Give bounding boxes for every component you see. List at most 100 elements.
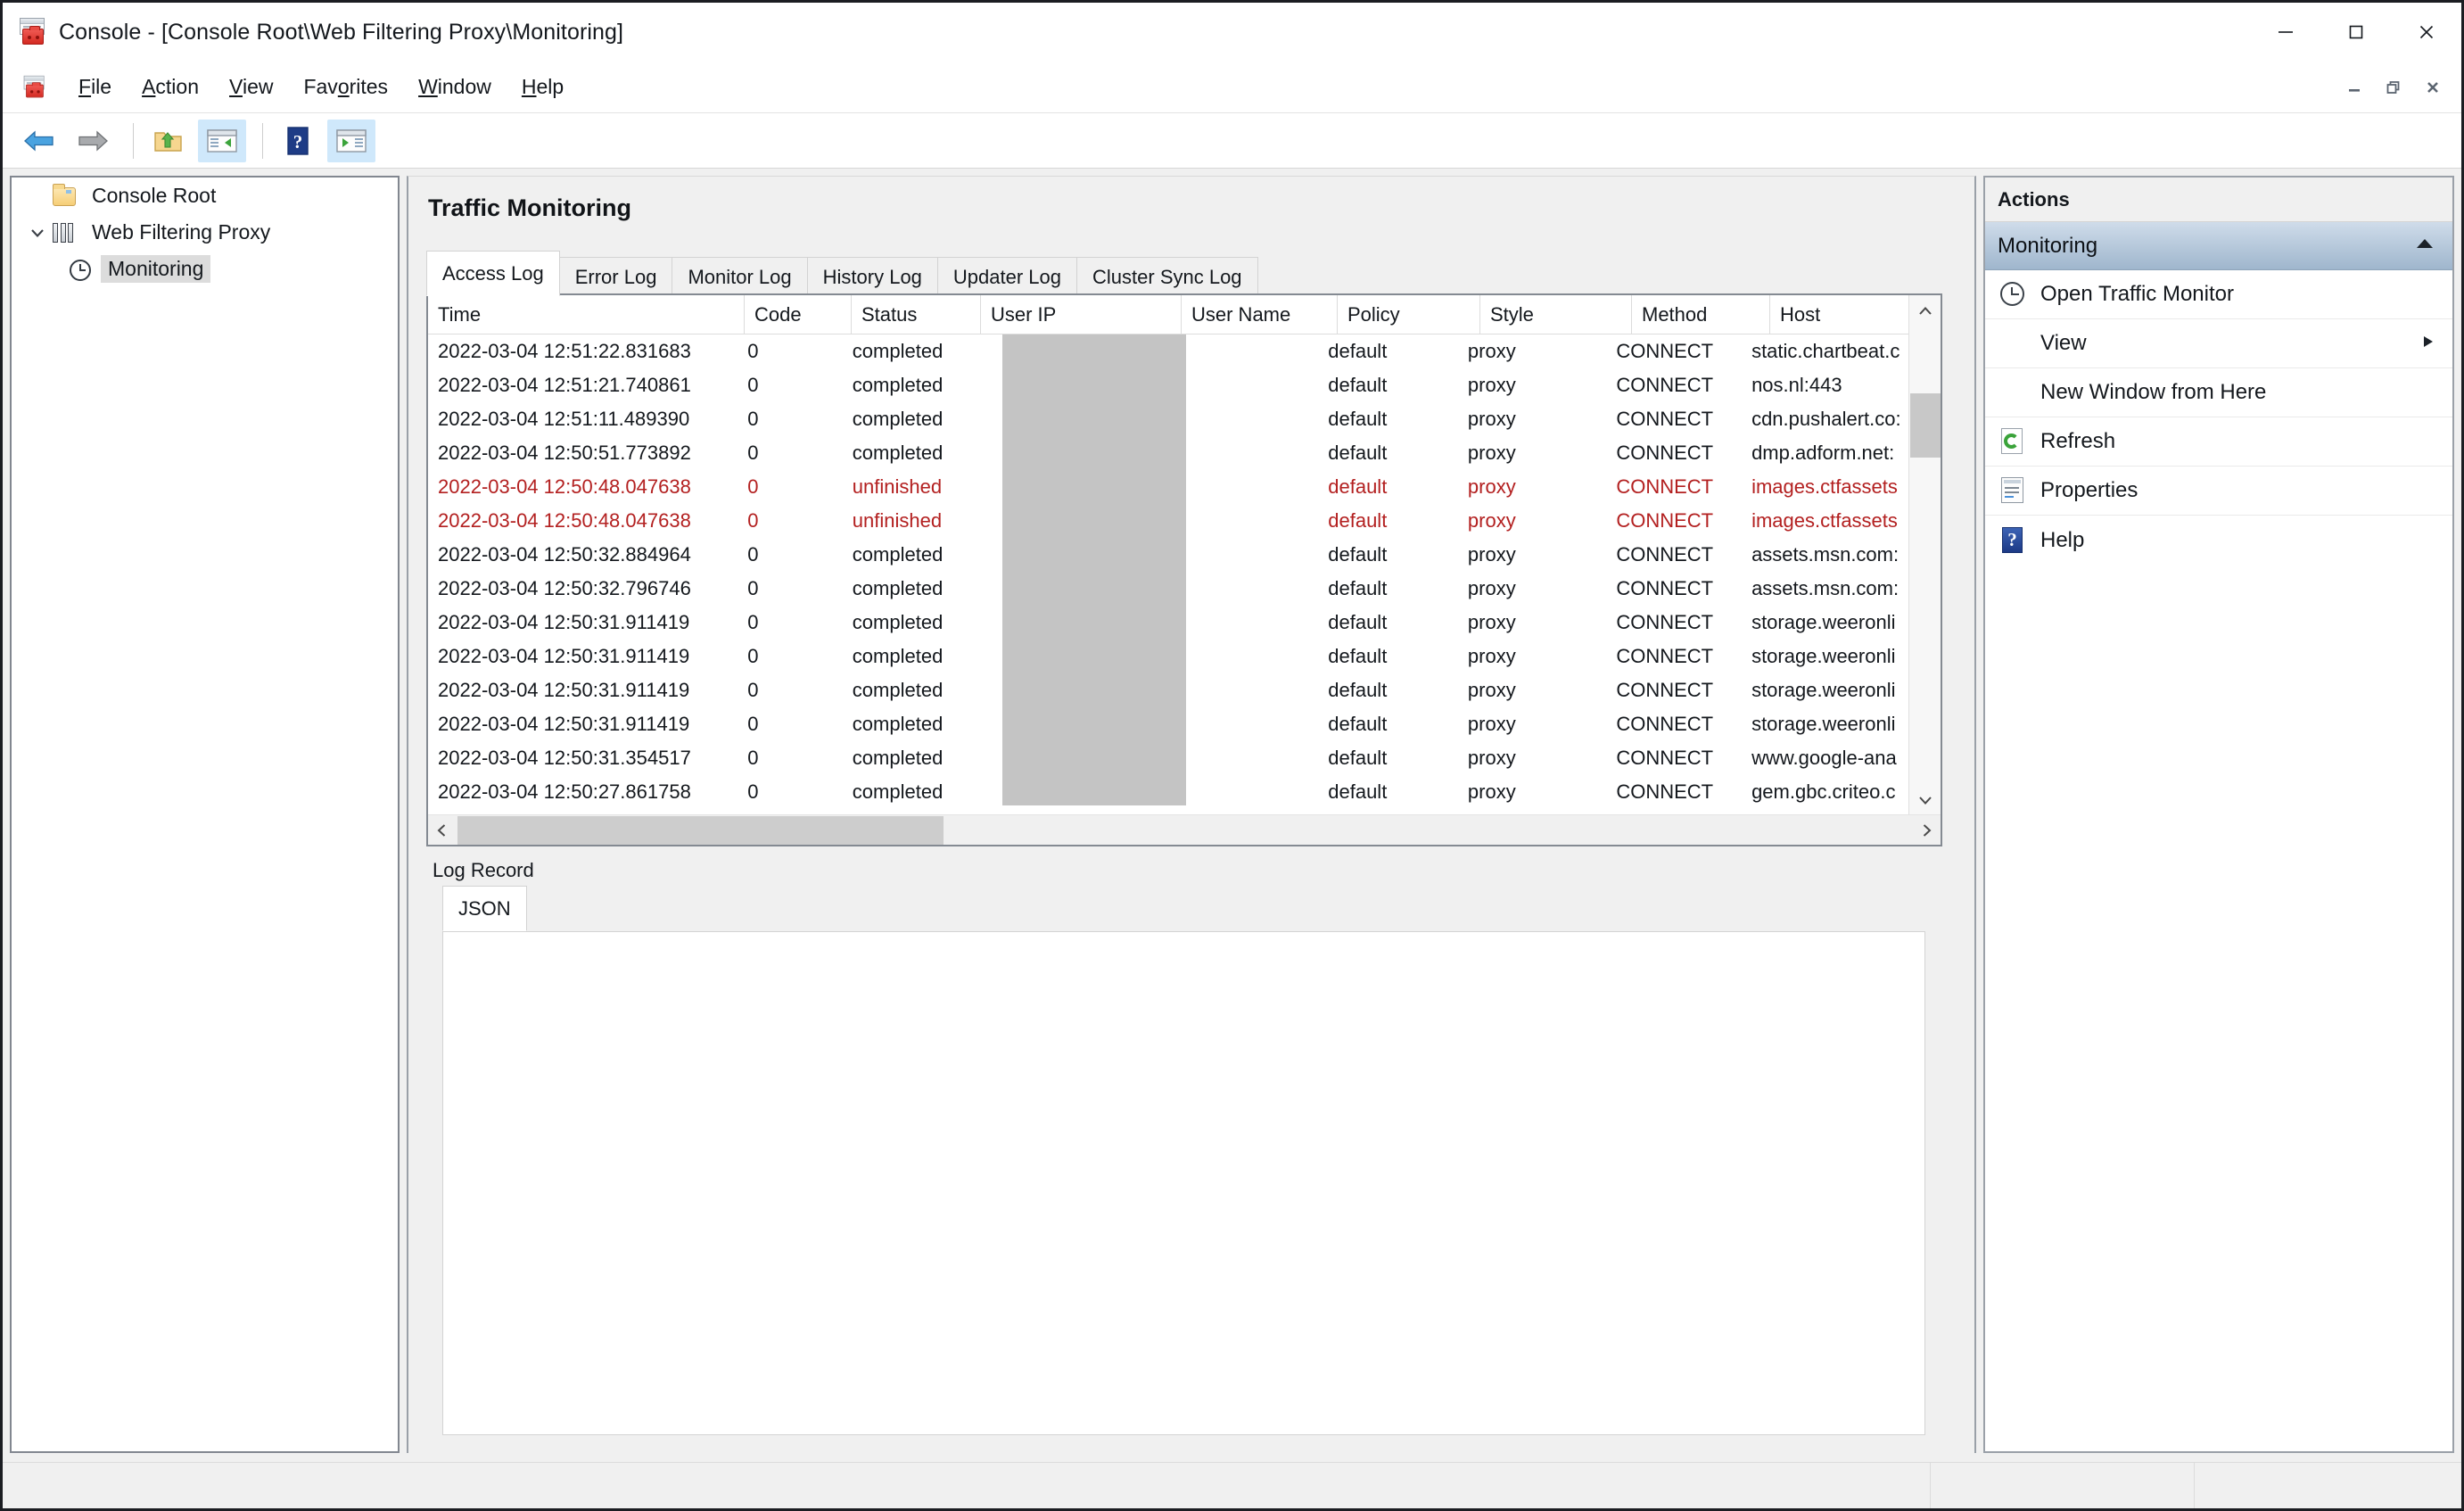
table-cell-status: completed [852, 543, 944, 566]
tree-expander-icon[interactable] [24, 224, 51, 242]
action-view[interactable]: View [1985, 319, 2452, 368]
show-hide-console-tree-button[interactable] [198, 119, 246, 162]
table-cell-time: 2022-03-04 12:50:31.911419 [438, 611, 690, 633]
action-label: Open Traffic Monitor [2040, 282, 2234, 306]
mmc-small-icon [22, 75, 47, 100]
grid-header-row: Time Code Status User IP User Name Policy Styl… [428, 295, 1941, 334]
table-cell-method: CONNECT [1616, 577, 1714, 599]
back-button[interactable] [15, 120, 63, 162]
grid-column-header[interactable]: Time [428, 295, 745, 334]
table-cell-style: proxy [1467, 408, 1516, 430]
menu-file[interactable]: File [63, 70, 127, 104]
table-cell-status: completed [852, 374, 944, 396]
scroll-left-arrow-icon[interactable] [428, 816, 457, 845]
tree-node-monitoring[interactable]: Monitoring [12, 251, 398, 287]
grid-vertical-scroll-thumb[interactable] [1910, 393, 1941, 458]
table-cell-style: proxy [1467, 679, 1516, 701]
table-cell-status: unfinished [852, 509, 943, 532]
page-title: Traffic Monitoring [428, 194, 631, 221]
action-properties[interactable]: Properties [1985, 467, 2452, 516]
table-cell-style: proxy [1467, 543, 1516, 566]
table-cell-style: proxy [1467, 645, 1516, 667]
window-title: Console - [Console Root\Web Filtering Pr… [59, 19, 624, 45]
mdi-minimize-button[interactable] [2335, 67, 2374, 108]
grid-column-header[interactable]: User IP [981, 295, 1182, 334]
server-rack-icon [51, 220, 78, 245]
table-cell-policy: default [1328, 442, 1388, 464]
actions-group-label: Monitoring [1998, 233, 2098, 258]
table-cell-method: CONNECT [1616, 543, 1714, 566]
menu-action[interactable]: Action [127, 70, 214, 104]
show-hide-action-pane-button[interactable] [327, 119, 375, 162]
table-cell-style: proxy [1467, 509, 1516, 532]
table-cell-host: static.chartbeat.c [1751, 340, 1900, 362]
log-record-json-panel[interactable] [442, 931, 1925, 1435]
tab-access-log[interactable]: Access Log [426, 251, 560, 296]
grid-column-header[interactable]: Code [745, 295, 852, 334]
grid-column-header[interactable]: Policy [1338, 295, 1480, 334]
grid-column-header[interactable]: Status [852, 295, 981, 334]
table-cell-status: completed [852, 340, 944, 362]
tree-node-label: Monitoring [101, 255, 211, 283]
table-cell-code: 0 [747, 374, 759, 396]
action-refresh[interactable]: Refresh [1985, 417, 2452, 467]
tree-node-web-filtering-proxy[interactable]: Web Filtering Proxy [12, 214, 398, 251]
toolbar: ? [3, 113, 2461, 169]
grid-horizontal-scroll-thumb[interactable] [457, 816, 944, 845]
table-cell-policy: default [1328, 611, 1388, 633]
tab-error-log[interactable]: Error Log [558, 257, 673, 296]
menu-favorites[interactable]: Favorites [288, 70, 403, 104]
table-cell-host: storage.weeronli [1751, 713, 1896, 735]
scroll-down-arrow-icon[interactable] [1909, 784, 1941, 816]
table-cell-policy: default [1328, 780, 1388, 803]
table-cell-style: proxy [1467, 340, 1516, 362]
tab-monitor-log[interactable]: Monitor Log [672, 257, 808, 296]
table-cell-method: CONNECT [1616, 408, 1714, 430]
action-label: New Window from Here [2040, 380, 2267, 404]
help-button[interactable]: ? [274, 120, 322, 162]
table-cell-method: CONNECT [1616, 645, 1714, 667]
table-cell-method: CONNECT [1616, 780, 1714, 803]
tab-updater-log[interactable]: Updater Log [936, 257, 1078, 296]
table-cell-code: 0 [747, 543, 759, 566]
tab-history-log[interactable]: History Log [806, 257, 938, 296]
actions-group-monitoring[interactable]: Monitoring [1985, 222, 2452, 270]
console-tree-pane[interactable]: Console Root Web Filtering Proxy Monitor… [10, 176, 400, 1453]
scroll-right-arrow-icon[interactable] [1912, 816, 1941, 845]
menu-view[interactable]: View [214, 70, 288, 104]
mdi-close-button[interactable] [2413, 67, 2452, 108]
maximize-button[interactable] [2320, 3, 2391, 62]
up-one-level-button[interactable] [144, 120, 193, 162]
action-open-traffic-monitor[interactable]: Open Traffic Monitor [1985, 270, 2452, 319]
grid-vertical-scrollbar[interactable] [1908, 295, 1941, 816]
table-cell-time: 2022-03-04 12:50:32.884964 [438, 543, 691, 566]
action-new-window-from-here[interactable]: New Window from Here [1985, 368, 2452, 417]
chevron-up-icon[interactable] [2413, 235, 2436, 257]
svg-text:?: ? [293, 131, 303, 153]
table-cell-code: 0 [747, 340, 759, 362]
log-tabs: Access Log Error Log Monitor Log History… [426, 251, 1258, 296]
table-cell-code: 0 [747, 645, 759, 667]
forward-button[interactable] [69, 120, 117, 162]
grid-column-header[interactable]: Method [1632, 295, 1770, 334]
menu-window[interactable]: Window [403, 70, 507, 104]
log-record-tabs: JSON [442, 886, 527, 931]
tab-json[interactable]: JSON [442, 886, 527, 931]
action-help[interactable]: ? Help [1985, 516, 2452, 565]
tab-cluster-sync-log[interactable]: Cluster Sync Log [1076, 257, 1258, 296]
grid-body[interactable]: 2022-03-04 12:51:22.831683 0 completed defa… [428, 334, 1908, 816]
table-cell-status: completed [852, 611, 944, 633]
minimize-button[interactable] [2250, 3, 2320, 62]
grid-horizontal-scrollbar[interactable] [428, 814, 1941, 845]
access-log-grid[interactable]: Time Code Status User IP User Name Policy Styl… [426, 293, 1942, 846]
close-button[interactable] [2391, 3, 2461, 62]
table-cell-time: 2022-03-04 12:51:22.831683 [438, 340, 691, 362]
mdi-restore-button[interactable] [2374, 67, 2413, 108]
table-cell-status: completed [852, 679, 944, 701]
grid-column-header[interactable]: Style [1480, 295, 1632, 334]
scroll-up-arrow-icon[interactable] [1909, 295, 1941, 327]
menu-help[interactable]: Help [507, 70, 579, 104]
table-cell-code: 0 [747, 475, 759, 498]
grid-column-header[interactable]: User Name [1182, 295, 1338, 334]
tree-node-console-root[interactable]: Console Root [12, 178, 398, 214]
